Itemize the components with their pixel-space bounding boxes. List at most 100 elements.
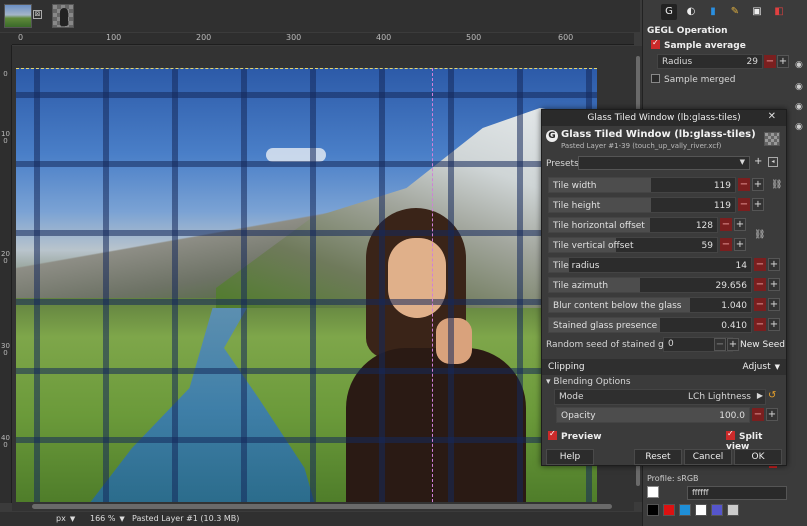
sample-merged-checkbox[interactable]: Sample merged bbox=[651, 74, 735, 85]
tile-height-slider[interactable]: Tile height 119 bbox=[548, 197, 736, 213]
tab-close-icon[interactable]: ⊠ bbox=[33, 10, 42, 19]
slider-label: Tile azimuth bbox=[553, 281, 609, 291]
radius-label: Radius bbox=[662, 57, 693, 67]
decrement-button[interactable]: − bbox=[754, 318, 766, 331]
increment-button[interactable]: + bbox=[768, 258, 780, 271]
increment-button[interactable]: + bbox=[752, 198, 764, 211]
decrement-button[interactable]: − bbox=[738, 178, 750, 191]
increment-button[interactable]: + bbox=[766, 408, 778, 421]
stained-glass-presence-slider[interactable]: Stained glass presence 0.410 bbox=[548, 317, 752, 333]
checkbox-checked-icon bbox=[651, 38, 660, 49]
decrement-button[interactable]: − bbox=[714, 338, 726, 351]
scrollbar-thumb[interactable] bbox=[32, 504, 612, 509]
zoom-selector[interactable]: 166 % ▼ bbox=[90, 514, 125, 523]
ruler-vertical[interactable]: 0 100 200 300 400 bbox=[0, 45, 12, 503]
increment-button[interactable]: + bbox=[752, 178, 764, 191]
tile-width-slider[interactable]: Tile width 119 bbox=[548, 177, 736, 193]
decrement-button[interactable]: − bbox=[738, 198, 750, 211]
ruler-corner[interactable] bbox=[0, 33, 12, 45]
eye-icon[interactable]: ◉ bbox=[795, 82, 805, 92]
cancel-button[interactable]: Cancel bbox=[684, 449, 732, 465]
decrement-button[interactable]: − bbox=[720, 218, 732, 231]
image-tab-portrait[interactable] bbox=[52, 4, 74, 28]
ruler-label: 0 bbox=[3, 70, 8, 78]
palette-swatch[interactable] bbox=[695, 504, 707, 516]
slider-value: 29.656 bbox=[715, 281, 748, 291]
images-icon[interactable]: ▣ bbox=[749, 4, 765, 20]
tile-vertical-offset-slider[interactable]: Tile vertical offset 59 bbox=[548, 237, 718, 253]
sample-average-checkbox[interactable]: Sample average bbox=[651, 38, 746, 51]
tile-azimuth-slider[interactable]: Tile azimuth 29.656 bbox=[548, 277, 752, 293]
foreground-color-swatch[interactable] bbox=[647, 486, 659, 498]
blend-mode-dropdown[interactable]: Mode LCh Lightness ▶ bbox=[554, 389, 766, 405]
new-seed-button[interactable]: New Seed bbox=[740, 340, 785, 350]
mode-reset-icon[interactable]: ↺ bbox=[768, 390, 776, 401]
increment-button[interactable]: + bbox=[734, 218, 746, 231]
ruler-horizontal[interactable]: 0 100 200 300 400 500 600 bbox=[12, 33, 634, 45]
preview-checkbox[interactable]: Preview bbox=[548, 429, 602, 442]
presets-menu-icon[interactable]: ◂ bbox=[768, 157, 778, 167]
decrement-button[interactable]: − bbox=[764, 55, 776, 68]
increment-button[interactable]: + bbox=[734, 238, 746, 251]
slider-row: Tile height 119 − + bbox=[548, 197, 772, 213]
increment-button[interactable]: + bbox=[768, 298, 780, 311]
increment-button[interactable]: + bbox=[768, 318, 780, 331]
close-icon[interactable]: ✕ bbox=[768, 111, 776, 122]
ruler-label: 0 bbox=[18, 33, 24, 42]
clipping-dropdown[interactable]: Clipping Adjust ▼ bbox=[542, 359, 786, 375]
dialog-window-title: Glass Tiled Window (lb:glass-tiles) bbox=[587, 113, 741, 123]
palette-swatch[interactable] bbox=[663, 504, 675, 516]
eye-icon[interactable]: ◉ bbox=[795, 60, 805, 70]
palette-swatch[interactable] bbox=[647, 504, 659, 516]
presets-label: Presets: bbox=[546, 159, 582, 169]
status-bar: px ▼ 166 % ▼ Pasted Layer #1 (10.3 MB) bbox=[0, 512, 642, 526]
chain-link-icon[interactable]: ⛓ bbox=[771, 180, 782, 190]
horizontal-scrollbar[interactable] bbox=[12, 502, 634, 511]
preview-label: Preview bbox=[561, 432, 602, 442]
add-preset-icon[interactable]: + bbox=[754, 156, 762, 167]
gegl-tab-icon[interactable]: G bbox=[661, 4, 677, 20]
decrement-button[interactable]: − bbox=[720, 238, 732, 251]
brush-icon[interactable]: ✎ bbox=[727, 4, 743, 20]
increment-button[interactable]: + bbox=[777, 55, 789, 68]
reset-button[interactable]: Reset bbox=[634, 449, 682, 465]
presets-dropdown[interactable]: ▼ bbox=[578, 156, 750, 170]
mode-label: Mode bbox=[559, 392, 584, 402]
undo-history-icon[interactable]: ◧ bbox=[771, 4, 787, 20]
ruler-label: 100 bbox=[1, 130, 10, 145]
unit-selector[interactable]: px ▼ bbox=[56, 514, 75, 523]
dock-tab-strip: G ◐ ▮ ✎ ▣ ◧ bbox=[643, 2, 793, 22]
increment-button[interactable]: + bbox=[768, 278, 780, 291]
help-button[interactable]: Help bbox=[546, 449, 594, 465]
decrement-button[interactable]: − bbox=[754, 298, 766, 311]
eye-icon[interactable]: ◉ bbox=[795, 122, 805, 132]
increment-button[interactable]: + bbox=[727, 338, 739, 351]
palette-swatch[interactable] bbox=[679, 504, 691, 516]
slider-value: 128 bbox=[695, 221, 713, 231]
tile-radius-slider[interactable]: Tile radius 14 bbox=[548, 257, 752, 273]
ok-button[interactable]: OK bbox=[734, 449, 782, 465]
image-tab-landscape[interactable] bbox=[4, 4, 32, 28]
radius-spin[interactable]: Radius 29 bbox=[657, 54, 763, 69]
hex-color-input[interactable]: ffffff bbox=[687, 486, 787, 500]
slider-row: Blur content below the glass 1.040 − + bbox=[548, 297, 782, 313]
palette-swatch[interactable] bbox=[727, 504, 739, 516]
blur-content-slider[interactable]: Blur content below the glass 1.040 bbox=[548, 297, 752, 313]
ruler-label: 300 bbox=[1, 342, 10, 357]
glass-tiled-window-dialog: Glass Tiled Window (lb:glass-tiles) ✕ G … bbox=[541, 109, 787, 466]
document-icon[interactable]: ▮ bbox=[705, 4, 721, 20]
tile-horizontal-offset-slider[interactable]: Tile horizontal offset 128 bbox=[548, 217, 718, 233]
decrement-button[interactable]: − bbox=[754, 258, 766, 271]
slider-value: 59 bbox=[701, 241, 713, 251]
palette-swatch[interactable] bbox=[711, 504, 723, 516]
blending-options-expander[interactable]: ▾ Blending Options bbox=[546, 377, 631, 387]
layer-boundary bbox=[16, 68, 597, 69]
landscape-photo bbox=[16, 68, 597, 502]
decrement-button[interactable]: − bbox=[752, 408, 764, 421]
eye-icon[interactable]: ◉ bbox=[795, 102, 805, 112]
decrement-button[interactable]: − bbox=[754, 278, 766, 291]
opacity-slider[interactable]: Opacity 100.0 bbox=[556, 407, 750, 423]
split-view-guide[interactable] bbox=[432, 68, 433, 502]
device-status-icon[interactable]: ◐ bbox=[683, 4, 699, 20]
dialog-titlebar[interactable]: Glass Tiled Window (lb:glass-tiles) bbox=[542, 110, 786, 126]
